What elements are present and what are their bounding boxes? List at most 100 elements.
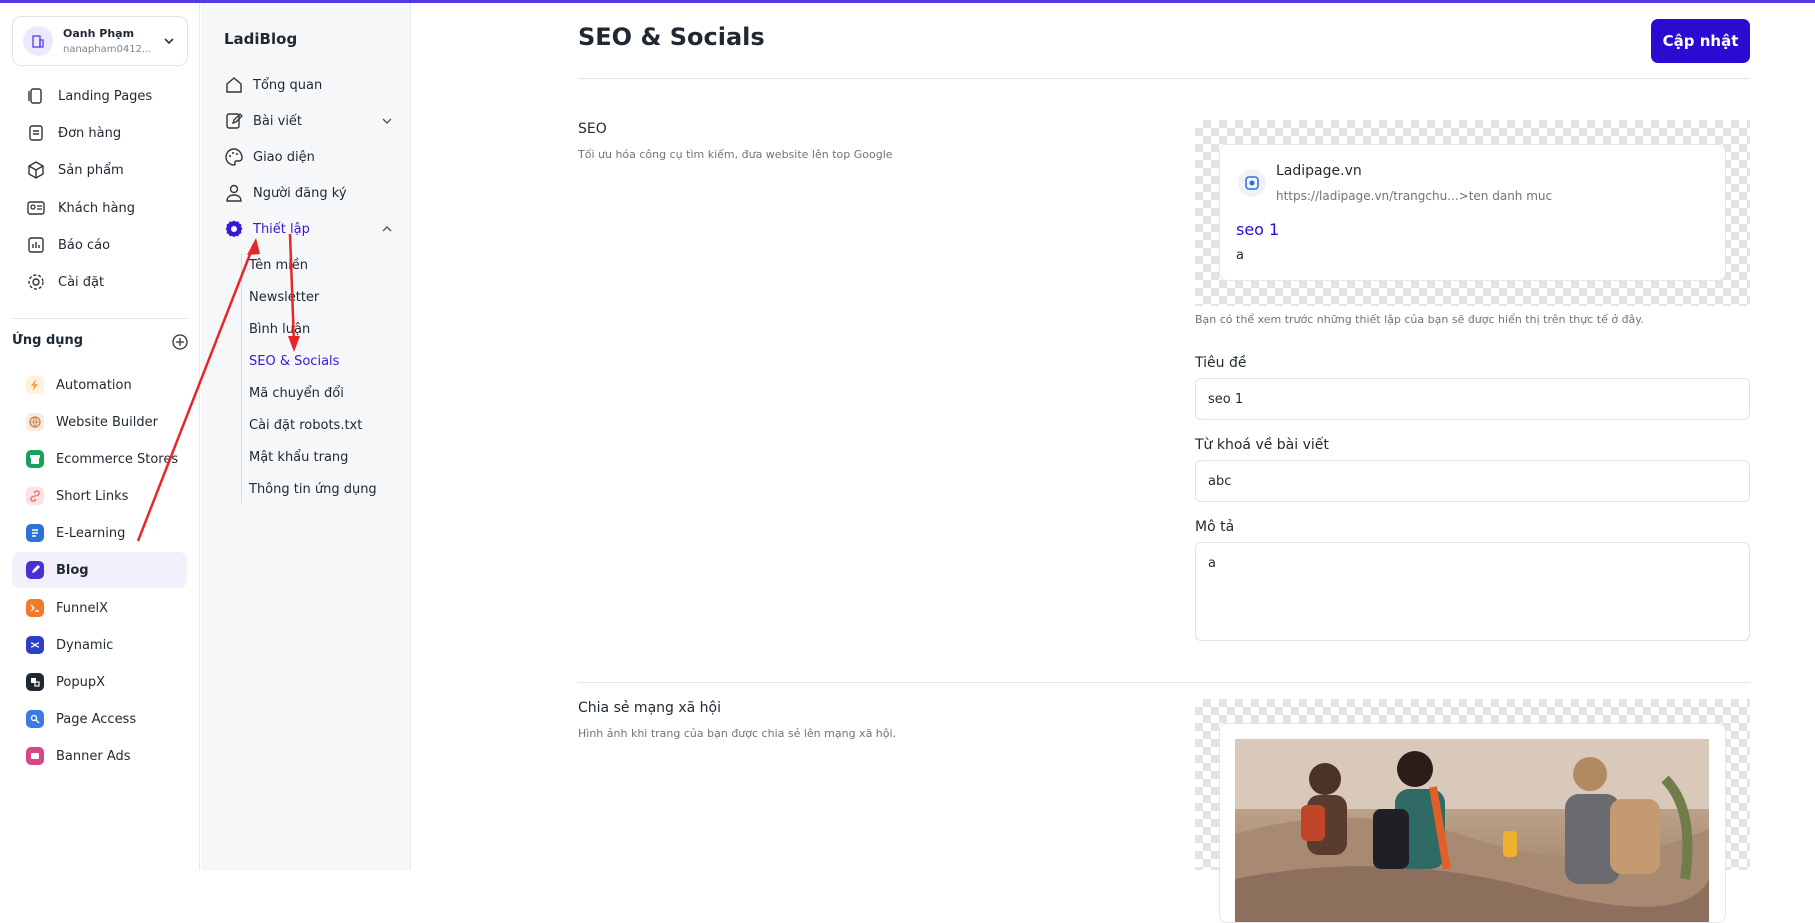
app-ecommerce-stores[interactable]: Ecommerce Stores bbox=[12, 441, 187, 477]
nav-label: Đơn hàng bbox=[58, 125, 122, 141]
nav-settings[interactable]: Cài đặt bbox=[12, 265, 187, 299]
blog-menu-label: Bài viết bbox=[253, 113, 303, 129]
account-switcher[interactable]: Oanh Phạm nanapham0412... bbox=[12, 16, 188, 66]
blog-menu-settings[interactable]: Thiết lập bbox=[224, 214, 394, 244]
site-favicon-icon bbox=[1238, 169, 1266, 197]
app-page-access[interactable]: Page Access bbox=[12, 701, 187, 737]
settings-conversion-code[interactable]: Mã chuyển đổi bbox=[249, 386, 344, 401]
orders-icon bbox=[29, 125, 43, 141]
funnelx-icon bbox=[26, 599, 44, 617]
settings-icon bbox=[28, 274, 44, 290]
settings-page-password[interactable]: Mật khẩu trang bbox=[249, 450, 348, 465]
nav-label: Sản phẩm bbox=[58, 162, 124, 178]
header-divider bbox=[578, 78, 1750, 79]
nav-customers[interactable]: Khách hàng bbox=[12, 191, 187, 225]
section-divider bbox=[578, 682, 1750, 683]
app-dynamic[interactable]: Dynamic bbox=[12, 627, 187, 663]
sidebar-divider bbox=[12, 318, 188, 319]
seo-preview-area: Ladipage.vn https://ladipage.vn/trangchu… bbox=[1195, 120, 1750, 306]
nav-label: Landing Pages bbox=[58, 88, 153, 104]
chevron-down-icon bbox=[164, 38, 174, 45]
title-input[interactable] bbox=[1195, 378, 1750, 420]
app-blog[interactable]: Blog bbox=[12, 552, 187, 588]
blog-menu-theme[interactable]: Giao diện bbox=[224, 142, 394, 172]
preview-hint: Bạn có thể xem trước những thiết lập của… bbox=[1195, 313, 1644, 326]
dynamic-icon bbox=[26, 636, 44, 654]
preview-description: a bbox=[1236, 248, 1244, 263]
settings-comments[interactable]: Bình luận bbox=[249, 322, 310, 337]
account-name: Oanh Phạm bbox=[63, 27, 135, 40]
chevron-up-icon bbox=[382, 226, 392, 232]
search-preview-card: Ladipage.vn https://ladipage.vn/trangchu… bbox=[1219, 144, 1726, 281]
app-popupx[interactable]: PopupX bbox=[12, 664, 187, 700]
nav-landing-pages[interactable]: Landing Pages bbox=[12, 79, 187, 113]
seo-section-title: SEO bbox=[578, 121, 607, 137]
page-access-icon bbox=[26, 710, 44, 728]
landing-pages-icon bbox=[28, 88, 42, 104]
app-label: Page Access bbox=[56, 711, 137, 727]
title-label: Tiêu đề bbox=[1195, 355, 1247, 371]
update-button[interactable]: Cập nhật bbox=[1651, 19, 1750, 63]
app-label: Ecommerce Stores bbox=[56, 451, 179, 467]
blog-menu-overview[interactable]: Tổng quan bbox=[224, 70, 394, 100]
nav-orders[interactable]: Đơn hàng bbox=[12, 116, 187, 150]
blog-menu-label: Tổng quan bbox=[253, 77, 323, 93]
app-short-links[interactable]: Short Links bbox=[12, 478, 187, 514]
share-image bbox=[1235, 739, 1709, 922]
description-label: Mô tả bbox=[1195, 519, 1235, 535]
seo-section-desc: Tối ưu hóa công cụ tìm kiếm, đưa website… bbox=[578, 148, 893, 161]
palette-icon bbox=[225, 148, 243, 166]
home-icon bbox=[226, 77, 242, 93]
app-label: Blog bbox=[56, 562, 89, 578]
app-automation[interactable]: Automation bbox=[12, 367, 187, 403]
app-label: Dynamic bbox=[56, 637, 114, 653]
submenu-guide-line bbox=[241, 253, 242, 503]
app-sidebar: Oanh Phạm nanapham0412... Landing Pages … bbox=[0, 3, 200, 870]
blog-menu-label: Thiết lập bbox=[253, 221, 310, 237]
app-label: Short Links bbox=[56, 488, 129, 504]
add-app-icon[interactable] bbox=[171, 333, 189, 351]
chevron-down-icon bbox=[382, 118, 392, 124]
social-preview-area bbox=[1195, 699, 1750, 923]
nav-products[interactable]: Sản phẩm bbox=[12, 153, 187, 187]
settings-robots[interactable]: Cài đặt robots.txt bbox=[249, 418, 362, 433]
blog-sidebar-title: LadiBlog bbox=[224, 30, 298, 48]
automation-icon bbox=[26, 376, 44, 394]
building-icon bbox=[23, 26, 53, 56]
app-e-learning[interactable]: E-Learning bbox=[12, 515, 187, 551]
app-funnelx[interactable]: FunnelX bbox=[12, 590, 187, 626]
description-textarea[interactable]: a bbox=[1195, 542, 1750, 641]
preview-title: seo 1 bbox=[1236, 220, 1280, 239]
keyword-label: Từ khoá về bài viết bbox=[1195, 437, 1329, 453]
blog-icon bbox=[26, 561, 44, 579]
nav-report[interactable]: Báo cáo bbox=[12, 228, 187, 262]
blog-menu-posts[interactable]: Bài viết bbox=[224, 106, 394, 136]
popupx-icon bbox=[26, 673, 44, 691]
customers-icon bbox=[27, 201, 45, 215]
gear-icon bbox=[225, 220, 243, 238]
settings-seo-socials[interactable]: SEO & Socials bbox=[249, 354, 339, 369]
settings-newsletter[interactable]: Newsletter bbox=[249, 290, 319, 305]
apps-section-title: Ứng dụng bbox=[12, 333, 84, 348]
settings-app-info[interactable]: Thông tin ứng dụng bbox=[249, 482, 377, 497]
app-label: Banner Ads bbox=[56, 748, 131, 764]
social-section-title: Chia sẻ mạng xã hội bbox=[578, 700, 721, 716]
social-section-desc: Hình ảnh khi trang của bạn được chia sẻ … bbox=[578, 727, 897, 740]
elearning-icon bbox=[26, 524, 44, 542]
app-banner-ads[interactable]: Banner Ads bbox=[12, 738, 187, 774]
report-icon bbox=[28, 237, 44, 253]
app-label: Automation bbox=[56, 377, 132, 393]
blog-menu-subscribers[interactable]: Người đăng ký bbox=[224, 178, 394, 208]
app-label: PopupX bbox=[56, 674, 105, 690]
keyword-input[interactable] bbox=[1195, 460, 1750, 502]
blog-sidebar: LadiBlog Tổng quan Bài viết Giao diện Ng… bbox=[201, 3, 411, 870]
edit-post-icon bbox=[226, 113, 243, 129]
app-website-builder[interactable]: Website Builder bbox=[12, 404, 187, 440]
blog-menu-label: Người đăng ký bbox=[253, 185, 347, 201]
globe-icon bbox=[26, 413, 44, 431]
settings-domain[interactable]: Tên miền bbox=[249, 258, 308, 273]
app-label: Website Builder bbox=[56, 414, 158, 430]
store-icon bbox=[26, 450, 44, 468]
preview-url: https://ladipage.vn/trangchu...>ten danh… bbox=[1276, 189, 1553, 203]
app-label: FunnelX bbox=[56, 600, 108, 616]
